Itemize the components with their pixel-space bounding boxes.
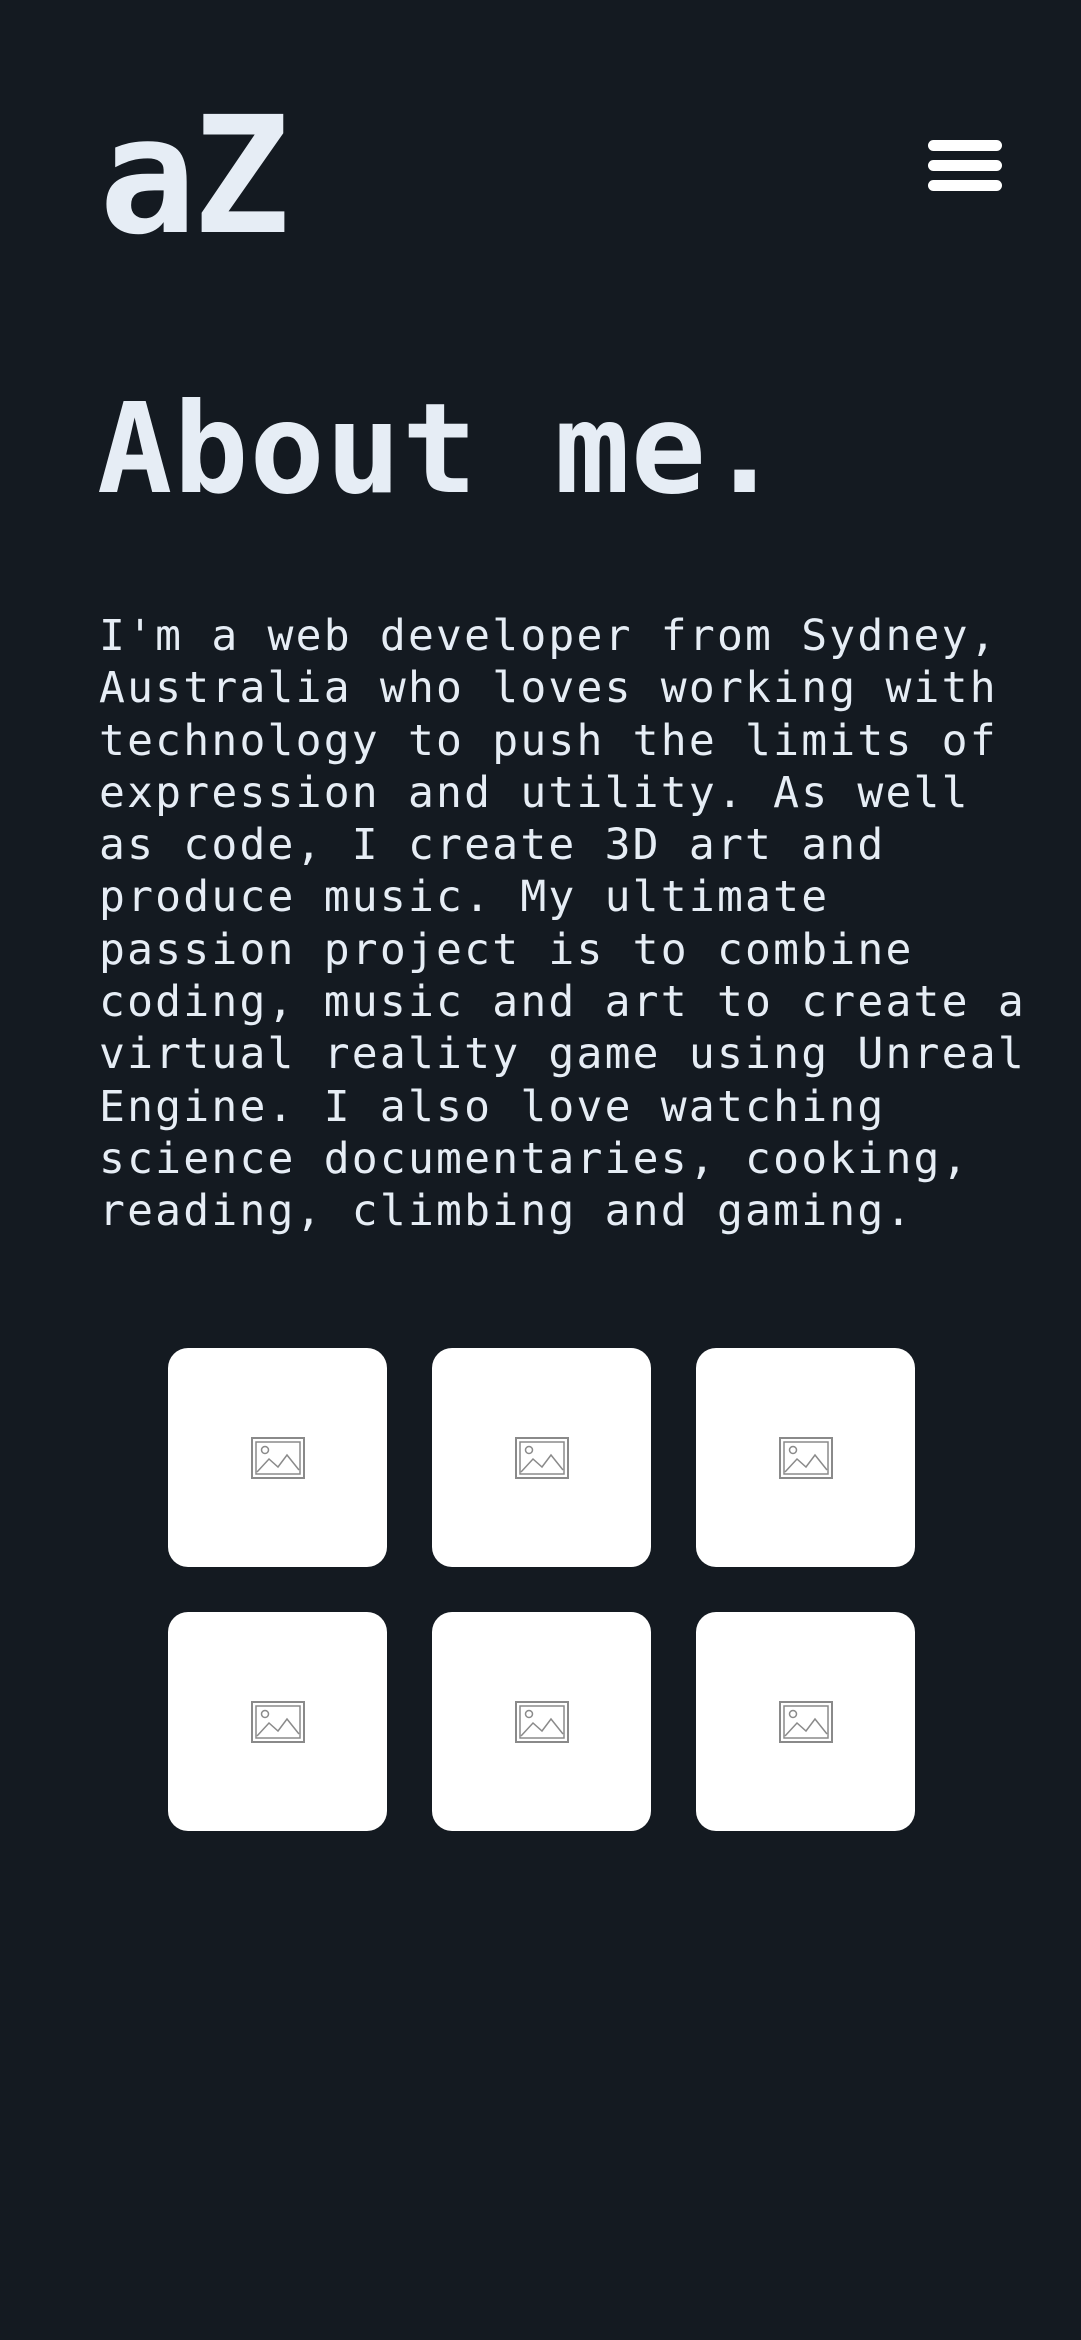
- image-placeholder-icon: [778, 1700, 833, 1743]
- image-placeholder-icon: [514, 1436, 569, 1479]
- gallery-tile[interactable]: [168, 1348, 387, 1567]
- gallery-tile[interactable]: [168, 1612, 387, 1831]
- image-placeholder-icon: [514, 1700, 569, 1743]
- site-logo[interactable]: aZ: [99, 92, 290, 262]
- gallery-tile[interactable]: [432, 1348, 651, 1567]
- menu-bar-middle: [928, 160, 1002, 171]
- about-bio: I'm a web developer from Sydney, Austral…: [99, 611, 1026, 1237]
- image-placeholder-icon: [250, 1700, 305, 1743]
- menu-bar-bottom: [928, 180, 1002, 191]
- image-gallery: [168, 1348, 915, 1831]
- gallery-tile[interactable]: [696, 1612, 915, 1831]
- menu-bar-top: [928, 140, 1002, 151]
- gallery-tile[interactable]: [432, 1612, 651, 1831]
- gallery-tile[interactable]: [696, 1348, 915, 1567]
- image-placeholder-icon: [778, 1436, 833, 1479]
- menu-button[interactable]: [924, 133, 1006, 199]
- page-title: About me.: [97, 377, 784, 522]
- image-placeholder-icon: [250, 1436, 305, 1479]
